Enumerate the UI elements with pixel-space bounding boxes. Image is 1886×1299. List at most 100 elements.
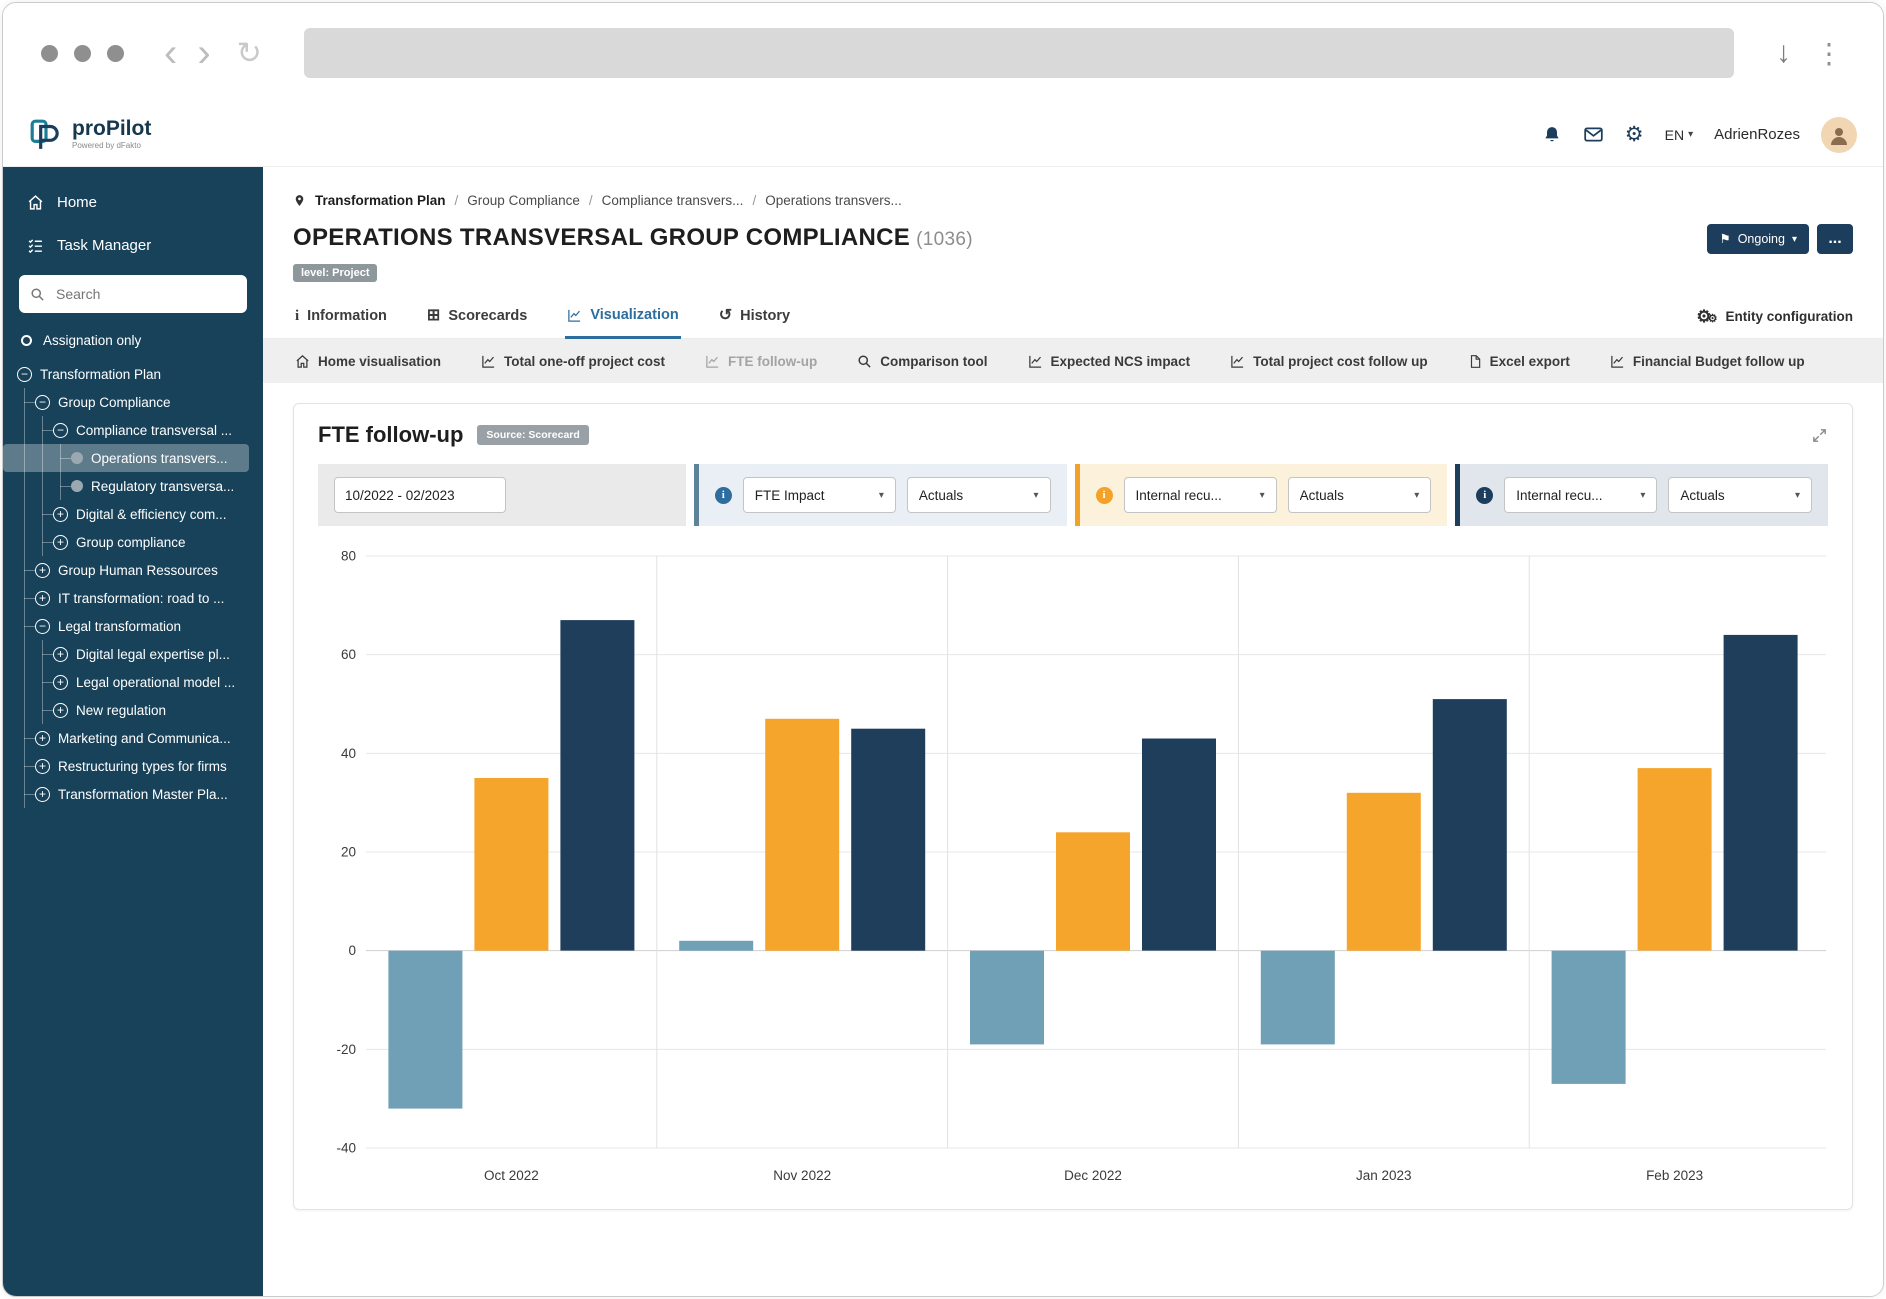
tree-item-group-compliance[interactable]: −Group Compliance: [3, 388, 263, 416]
breadcrumb-item-operations-transvers[interactable]: Operations transvers...: [765, 193, 902, 208]
bar-internal-recu-actuals-nov-2022[interactable]: [765, 719, 839, 951]
status-ongoing-button[interactable]: ⚑ Ongoing ▾: [1707, 224, 1809, 254]
expand-icon[interactable]: +: [53, 675, 68, 690]
window-dot[interactable]: [74, 45, 91, 62]
tree-item-new-regulation[interactable]: +New regulation: [3, 696, 263, 724]
expand-icon[interactable]: +: [53, 507, 68, 522]
url-bar[interactable]: [304, 28, 1734, 78]
expand-icon[interactable]: +: [35, 759, 50, 774]
sidebar-item-task-manager[interactable]: Task Manager: [3, 224, 263, 267]
bar-internal-recu-actuals-2-oct-2022[interactable]: [560, 620, 634, 951]
collapse-icon[interactable]: −: [17, 367, 32, 382]
entity-configuration-button[interactable]: ⚙⚙ Entity configuration: [1696, 308, 1853, 325]
tree-item-transformation-plan[interactable]: −Transformation Plan: [3, 360, 263, 388]
bar-fte-impact-actuals-dec-2022[interactable]: [970, 951, 1044, 1045]
aggregation-select[interactable]: Actuals ▾: [907, 477, 1051, 513]
bar-internal-recu-actuals-dec-2022[interactable]: [1056, 832, 1130, 950]
tree-item-operations-transvers[interactable]: Operations transvers...: [3, 444, 249, 472]
bar-internal-recu-actuals-jan-2023[interactable]: [1347, 793, 1421, 951]
expand-icon[interactable]: +: [35, 731, 50, 746]
date-range-input[interactable]: [334, 477, 506, 513]
bar-fte-impact-actuals-feb-2023[interactable]: [1552, 951, 1626, 1084]
collapse-icon[interactable]: −: [53, 423, 68, 438]
tree-item-digital-efficiency-com[interactable]: +Digital & efficiency com...: [3, 500, 263, 528]
bar-internal-recu-actuals-oct-2022[interactable]: [474, 778, 548, 951]
breadcrumb-item-group-compliance[interactable]: Group Compliance: [467, 193, 580, 208]
expand-icon[interactable]: +: [53, 647, 68, 662]
tree-item-marketing-and-communica[interactable]: +Marketing and Communica...: [3, 724, 263, 752]
expand-icon[interactable]: +: [35, 591, 50, 606]
subtab-expected-ncs-impact[interactable]: Expected NCS impact: [1028, 354, 1191, 369]
tree-item-regulatory-transversa[interactable]: Regulatory transversa...: [3, 472, 263, 500]
sidebar: Home Task Manager: [3, 167, 263, 1296]
tree-guide-line: [24, 794, 35, 795]
tree-item-compliance-transversal[interactable]: −Compliance transversal ...: [3, 416, 263, 444]
metric-select[interactable]: Internal recu... ▾: [1504, 477, 1657, 513]
window-dot[interactable]: [41, 45, 58, 62]
tree-item-group-compliance[interactable]: +Group compliance: [3, 528, 263, 556]
settings-gear-icon[interactable]: ⚙: [1625, 124, 1644, 145]
bar-internal-recu-actuals-2-dec-2022[interactable]: [1142, 739, 1216, 951]
assignation-only-toggle[interactable]: Assignation only: [3, 317, 263, 356]
subtab-total-project-cost-follow-up[interactable]: Total project cost follow up: [1230, 354, 1428, 369]
info-icon[interactable]: i: [715, 487, 732, 504]
more-actions-button[interactable]: ...: [1817, 224, 1853, 254]
tab-scorecards[interactable]: ⊞Scorecards: [425, 294, 529, 338]
subtab-comparison-tool[interactable]: Comparison tool: [857, 354, 987, 369]
tab-information[interactable]: iInformation: [293, 294, 389, 338]
bar-internal-recu-actuals-2-nov-2022[interactable]: [851, 729, 925, 951]
breadcrumb-item-compliance-transvers[interactable]: Compliance transvers...: [602, 193, 744, 208]
bar-fte-impact-actuals-nov-2022[interactable]: [679, 941, 753, 951]
expand-icon[interactable]: +: [53, 535, 68, 550]
breadcrumb-item-transformation-plan[interactable]: Transformation Plan: [315, 193, 446, 208]
refresh-icon[interactable]: ↻: [221, 36, 278, 71]
avatar[interactable]: [1821, 117, 1857, 153]
back-button[interactable]: ‹: [154, 33, 187, 73]
subtab-fte-follow-up[interactable]: FTE follow-up: [705, 354, 817, 369]
tab-visualization[interactable]: Visualization: [565, 294, 680, 339]
node-dot-icon[interactable]: [71, 480, 83, 492]
notifications-bell-icon[interactable]: [1542, 125, 1562, 145]
tree-item-digital-legal-expertise-pl[interactable]: +Digital legal expertise pl...: [3, 640, 263, 668]
collapse-icon[interactable]: −: [35, 395, 50, 410]
bar-fte-impact-actuals-oct-2022[interactable]: [388, 951, 462, 1109]
tree-item-group-human-ressources[interactable]: +Group Human Ressources: [3, 556, 263, 584]
tree-guide-line: [24, 500, 25, 528]
username[interactable]: AdrienRozes: [1714, 126, 1800, 143]
expand-icon[interactable]: [1811, 427, 1828, 444]
sidebar-item-home[interactable]: Home: [3, 181, 263, 224]
metric-select[interactable]: Internal recu... ▾: [1124, 477, 1277, 513]
download-icon[interactable]: ↓: [1770, 36, 1797, 70]
tree-item-legal-operational-model[interactable]: +Legal operational model ...: [3, 668, 263, 696]
aggregation-select[interactable]: Actuals ▾: [1668, 477, 1812, 513]
forward-button[interactable]: ›: [187, 33, 220, 73]
tree-item-restructuring-types-for-firms[interactable]: +Restructuring types for firms: [3, 752, 263, 780]
subtab-home-visualisation[interactable]: Home visualisation: [295, 354, 441, 369]
info-icon[interactable]: i: [1476, 487, 1493, 504]
expand-icon[interactable]: +: [53, 703, 68, 718]
expand-icon[interactable]: +: [35, 787, 50, 802]
tab-label: Information: [307, 308, 387, 324]
collapse-icon[interactable]: −: [35, 619, 50, 634]
expand-icon[interactable]: +: [35, 563, 50, 578]
subtab-excel-export[interactable]: Excel export: [1468, 354, 1570, 369]
subtab-total-one-off-project-cost[interactable]: Total one-off project cost: [481, 354, 665, 369]
tab-history[interactable]: ↺History: [717, 294, 792, 338]
aggregation-select[interactable]: Actuals ▾: [1288, 477, 1432, 513]
info-icon[interactable]: i: [1096, 487, 1113, 504]
bar-internal-recu-actuals-2-jan-2023[interactable]: [1433, 699, 1507, 951]
browser-menu-icon[interactable]: ⋮: [1797, 37, 1843, 70]
tree-item-it-transformation-road-to[interactable]: +IT transformation: road to ...: [3, 584, 263, 612]
tree-item-transformation-master-pla[interactable]: +Transformation Master Pla...: [3, 780, 263, 808]
bar-internal-recu-actuals-feb-2023[interactable]: [1638, 768, 1712, 951]
metric-select[interactable]: FTE Impact ▾: [743, 477, 896, 513]
bar-internal-recu-actuals-2-feb-2023[interactable]: [1724, 635, 1798, 951]
language-selector[interactable]: EN ▾: [1665, 127, 1693, 143]
subtab-financial-budget-follow-up[interactable]: Financial Budget follow up: [1610, 354, 1805, 369]
node-dot-icon[interactable]: [71, 452, 83, 464]
messages-envelope-icon[interactable]: [1583, 124, 1604, 145]
search-input[interactable]: [54, 285, 239, 303]
tree-item-legal-transformation[interactable]: −Legal transformation: [3, 612, 263, 640]
bar-fte-impact-actuals-jan-2023[interactable]: [1261, 951, 1335, 1045]
window-dot[interactable]: [107, 45, 124, 62]
